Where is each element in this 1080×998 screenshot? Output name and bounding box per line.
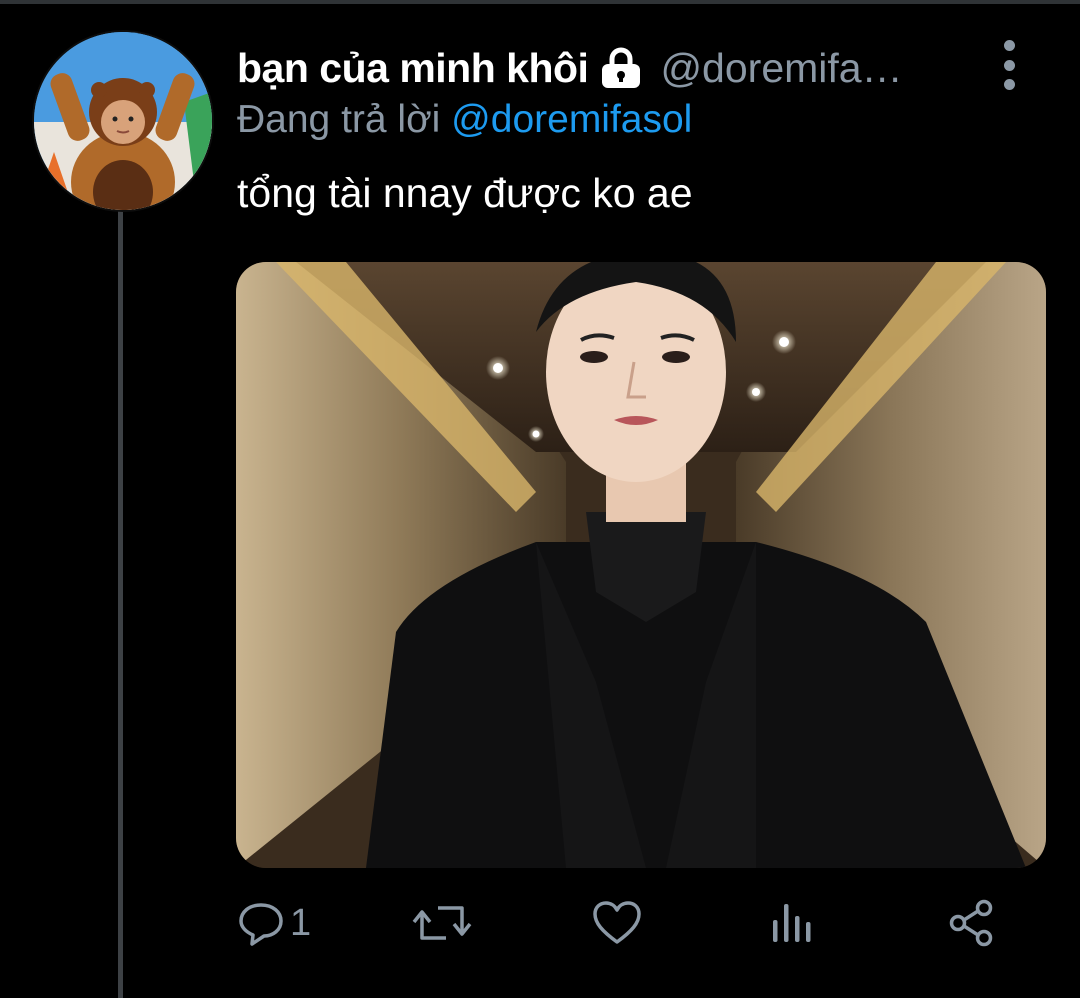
display-name[interactable]: bạn của minh khôi [237, 45, 589, 92]
reply-count: 1 [290, 901, 312, 944]
replying-mention-link[interactable]: @doremifasol [451, 98, 692, 141]
replying-prefix: Đang trả lời [237, 98, 441, 141]
reply-icon [239, 903, 283, 946]
share-button[interactable] [946, 895, 996, 951]
avatar[interactable] [32, 30, 214, 212]
top-divider [0, 0, 1080, 4]
more-vertical-icon [1003, 40, 1015, 51]
lock-icon [598, 46, 644, 90]
analytics-button[interactable] [768, 895, 818, 951]
replying-to: Đang trả lời @doremifasol [237, 98, 692, 142]
retweet-icon [412, 906, 472, 940]
retweet-button[interactable] [412, 895, 476, 951]
tweet-actions-bar: 1 [236, 895, 1036, 955]
share-icon [949, 899, 993, 947]
tweet-text: tổng tài nnay được ko ae [237, 170, 693, 216]
like-button[interactable] [592, 895, 646, 951]
thread-connector-line [118, 208, 123, 998]
user-handle[interactable]: @doremifa… [660, 45, 902, 92]
avatar-image [34, 32, 212, 210]
reply-button[interactable]: 1 [236, 895, 311, 951]
tweet-media-image[interactable] [236, 262, 1046, 868]
tweet-header: bạn của minh khôi @doremifa… [237, 40, 997, 96]
photo-content [236, 262, 1046, 868]
analytics-icon [773, 904, 811, 942]
more-options-button[interactable] [995, 40, 1023, 90]
heart-icon [593, 901, 641, 944]
